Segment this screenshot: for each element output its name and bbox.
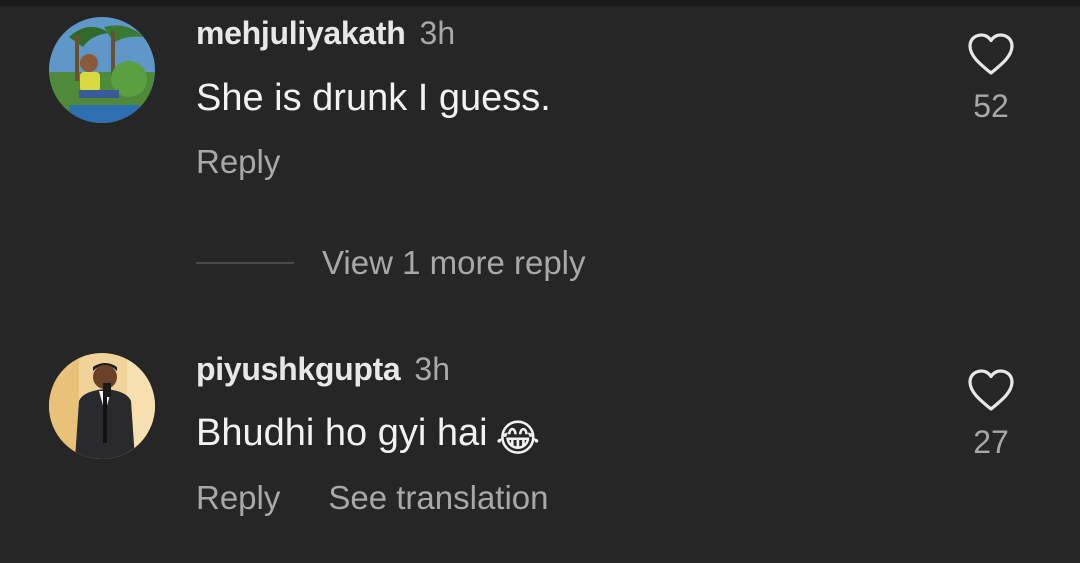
username-row: mehjuliyakath 3h xyxy=(196,17,455,49)
comments-screen: mehjuliyakath 3h She is drunk I guess. Re… xyxy=(0,0,1080,563)
avatar[interactable] xyxy=(49,17,155,123)
view-more-replies-label: View 1 more reply xyxy=(322,244,586,281)
replies-divider-line xyxy=(196,262,294,264)
username[interactable]: mehjuliyakath xyxy=(196,15,406,51)
comment-text: She is drunk I guess. xyxy=(196,77,551,119)
avatar-image xyxy=(49,17,155,123)
see-translation-button[interactable]: See translation xyxy=(328,479,548,516)
avatar-image xyxy=(49,353,155,459)
avatar[interactable] xyxy=(49,353,155,459)
comment-text: Bhudhi ho gyi hai 😂 xyxy=(196,414,540,458)
comment-actions: Reply xyxy=(196,145,280,178)
username[interactable]: piyushkgupta xyxy=(196,351,401,387)
heart-outline-icon[interactable] xyxy=(966,32,1016,76)
top-divider xyxy=(0,0,1080,6)
reply-button[interactable]: Reply xyxy=(196,479,280,516)
reply-button[interactable]: Reply xyxy=(196,143,280,180)
like-count: 27 xyxy=(973,424,1009,460)
comment-text-body: Bhudhi ho gyi hai xyxy=(196,412,488,454)
username-row: piyushkgupta 3h xyxy=(196,353,450,385)
comment-actions: Reply See translation xyxy=(196,481,549,514)
like-count: 52 xyxy=(973,88,1009,124)
timestamp: 3h xyxy=(419,15,456,51)
emoji: 😂 xyxy=(495,418,540,460)
heart-outline-icon[interactable] xyxy=(966,368,1016,412)
timestamp: 3h xyxy=(414,351,451,387)
like-group: 27 xyxy=(966,368,1016,458)
like-group: 52 xyxy=(966,32,1016,122)
